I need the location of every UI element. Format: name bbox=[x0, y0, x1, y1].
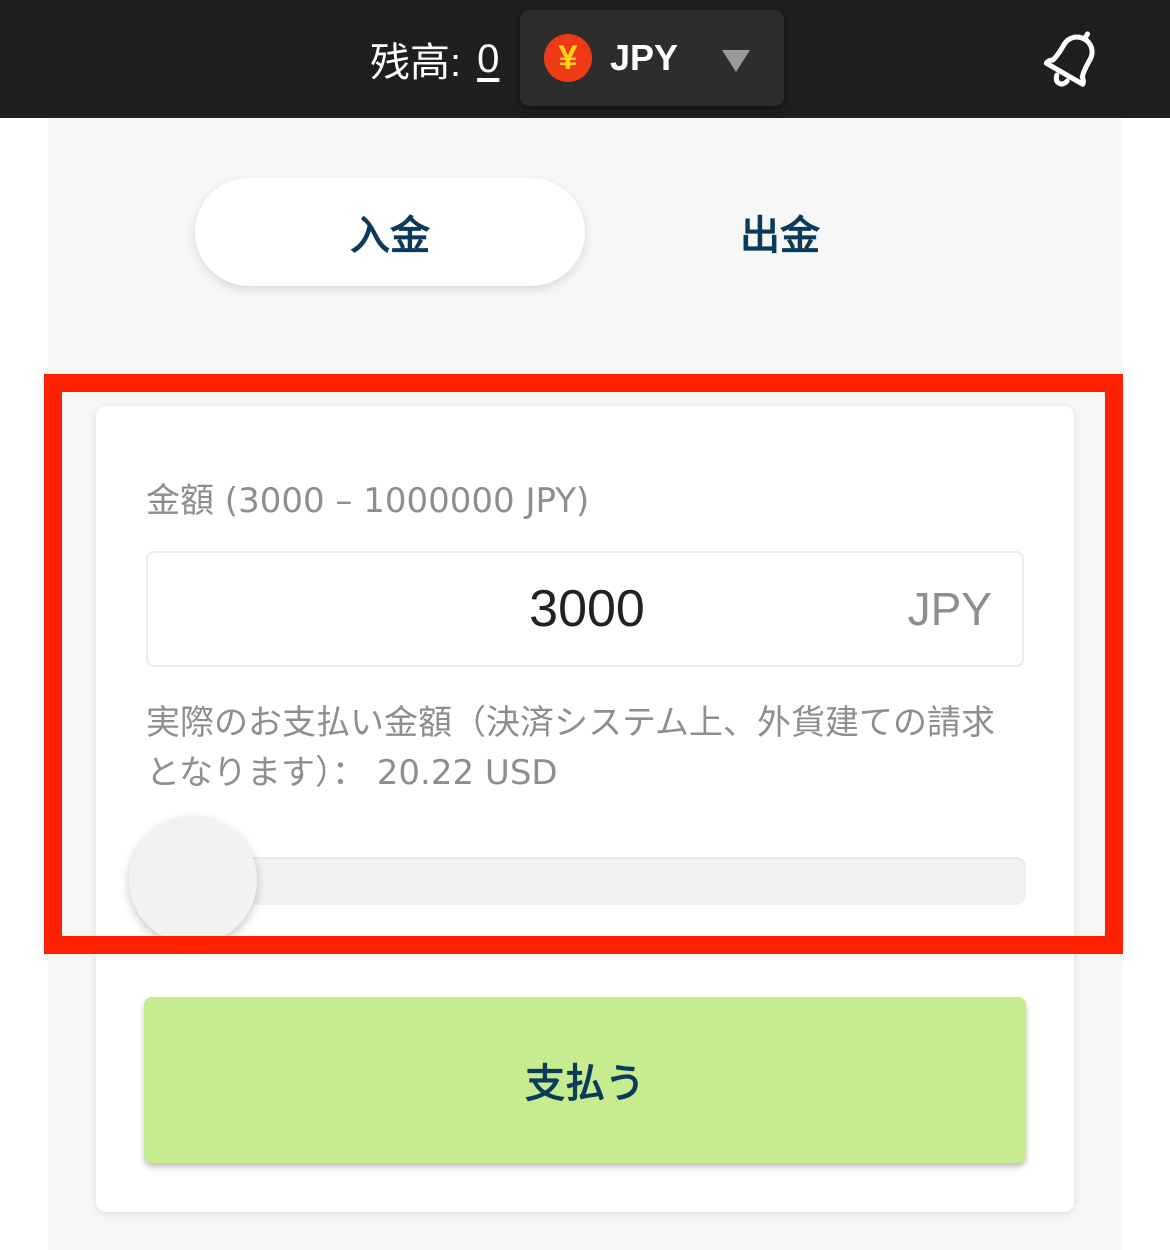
currency-code: JPY bbox=[610, 37, 679, 78]
currency-dropdown[interactable]: ¥ JPY bbox=[520, 10, 784, 106]
highlight-frame bbox=[44, 374, 1123, 954]
balance-display: 残高: 0 bbox=[370, 30, 499, 88]
pay-button[interactable]: 支払う bbox=[144, 997, 1026, 1163]
tab-deposit[interactable]: 入金 bbox=[195, 178, 585, 286]
balance-label: 残高: bbox=[370, 41, 462, 85]
tab-withdraw[interactable]: 出金 bbox=[585, 178, 975, 286]
balance-value[interactable]: 0 bbox=[477, 37, 499, 82]
chevron-down-icon bbox=[722, 50, 750, 72]
bell-icon[interactable] bbox=[1038, 24, 1108, 94]
top-bar: 残高: 0 ¥ JPY bbox=[0, 0, 1170, 118]
yen-coin-icon: ¥ bbox=[544, 34, 592, 82]
